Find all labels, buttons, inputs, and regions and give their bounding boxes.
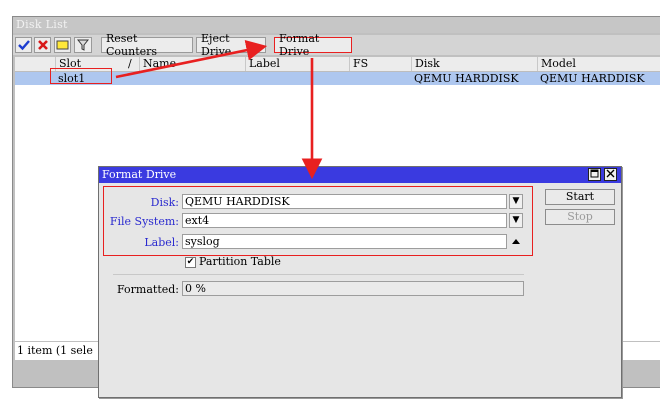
arrow-to-format-drive bbox=[115, 39, 268, 79]
annotation-arrows bbox=[115, 39, 323, 180]
